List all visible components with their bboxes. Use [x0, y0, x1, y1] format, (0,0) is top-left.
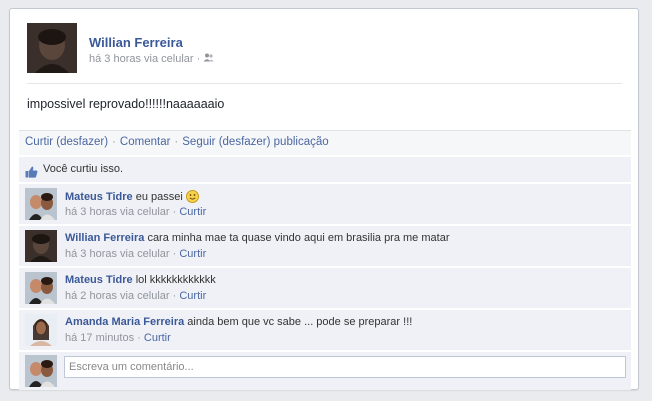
comment-input[interactable]	[64, 356, 626, 378]
comment-timestamp[interactable]: há 3 horas via celular	[65, 248, 170, 260]
comment-meta: há 2 horas via celular · Curtir	[65, 290, 207, 302]
post-author-name[interactable]: Willian Ferreira	[89, 35, 183, 50]
likes-text: Você curtiu isso.	[43, 163, 124, 175]
comment-timestamp[interactable]: há 3 horas via celular	[65, 206, 170, 218]
comment-like-link[interactable]: Curtir	[144, 332, 171, 344]
comment-text-line: Amanda Maria Ferreira ainda bem que vc s…	[65, 316, 412, 328]
likes-summary: Você curtiu isso.	[19, 157, 631, 182]
comment-meta: há 3 horas via celular · Curtir	[65, 248, 207, 260]
comment-like-link[interactable]: Curtir	[179, 206, 206, 218]
meta-separator: ·	[196, 53, 201, 65]
comment-text: ainda bem que vc sabe ... pode se prepar…	[187, 316, 413, 328]
like-undo-link[interactable]: Curtir (desfazer)	[25, 136, 108, 148]
follow-undo-link[interactable]: Seguir (desfazer) publicação	[182, 136, 328, 148]
comment-timestamp[interactable]: há 17 minutos	[65, 332, 134, 344]
comment-text-line: Mateus Tidre eu passei	[65, 190, 199, 206]
comment-row: Amanda Maria Ferreira ainda bem que vc s…	[19, 310, 631, 350]
comment-text: lol kkkkkkkkkkkk	[135, 274, 216, 286]
comment-row: Willian Ferreira cara minha mae ta quase…	[19, 226, 631, 266]
post-body-text: impossivel reprovado!!!!!!naaaaaaio	[27, 97, 225, 111]
comment-author[interactable]: Mateus Tidre	[65, 274, 133, 286]
header-divider	[27, 83, 622, 84]
comment-composer	[19, 352, 631, 390]
commenter-avatar[interactable]	[25, 272, 57, 304]
comment-row: Mateus Tidre lol kkkkkkkkkkkk há 2 horas…	[19, 268, 631, 308]
comment-like-link[interactable]: Curtir	[179, 248, 206, 260]
comment-meta: há 17 minutos · Curtir	[65, 332, 171, 344]
post-actions-bar: Curtir (desfazer) · Comentar · Seguir (desfa…	[19, 130, 631, 155]
comment-link[interactable]: Comentar	[120, 136, 171, 148]
comment-meta: há 3 horas via celular · Curtir	[65, 206, 207, 218]
post-timestamp[interactable]: há 3 horas via celular	[89, 53, 194, 65]
action-separator: ·	[174, 136, 179, 148]
comment-text-line: Mateus Tidre lol kkkkkkkkkkkk	[65, 274, 216, 286]
comment-author[interactable]: Amanda Maria Ferreira	[65, 316, 184, 328]
comment-feed: Você curtiu isso. Mateus Tidre eu passei…	[19, 155, 631, 390]
comment-author[interactable]: Willian Ferreira	[65, 232, 144, 244]
smiley-emoji-icon	[185, 190, 199, 206]
author-avatar[interactable]	[27, 23, 77, 73]
friends-audience-icon[interactable]	[203, 53, 214, 65]
action-separator: ·	[112, 136, 116, 148]
post-card: Willian Ferreira há 3 horas via celular ·…	[9, 8, 639, 390]
comment-timestamp[interactable]: há 2 horas via celular	[65, 290, 170, 302]
commenter-avatar[interactable]	[25, 188, 57, 220]
comment-text-line: Willian Ferreira cara minha mae ta quase…	[65, 232, 449, 244]
post-meta: há 3 horas via celular ·	[89, 53, 214, 65]
comment-text: cara minha mae ta quase vindo aqui em br…	[147, 232, 450, 244]
comment-text: eu passei	[135, 191, 183, 203]
commenter-avatar[interactable]	[25, 314, 57, 346]
post-header: Willian Ferreira há 3 horas via celular ·	[27, 23, 617, 75]
comment-like-link[interactable]: Curtir	[179, 290, 206, 302]
comment-author[interactable]: Mateus Tidre	[65, 191, 133, 203]
commenter-avatar[interactable]	[25, 230, 57, 262]
comment-row: Mateus Tidre eu passei há 3 horas via ce…	[19, 184, 631, 224]
current-user-avatar	[25, 355, 57, 387]
